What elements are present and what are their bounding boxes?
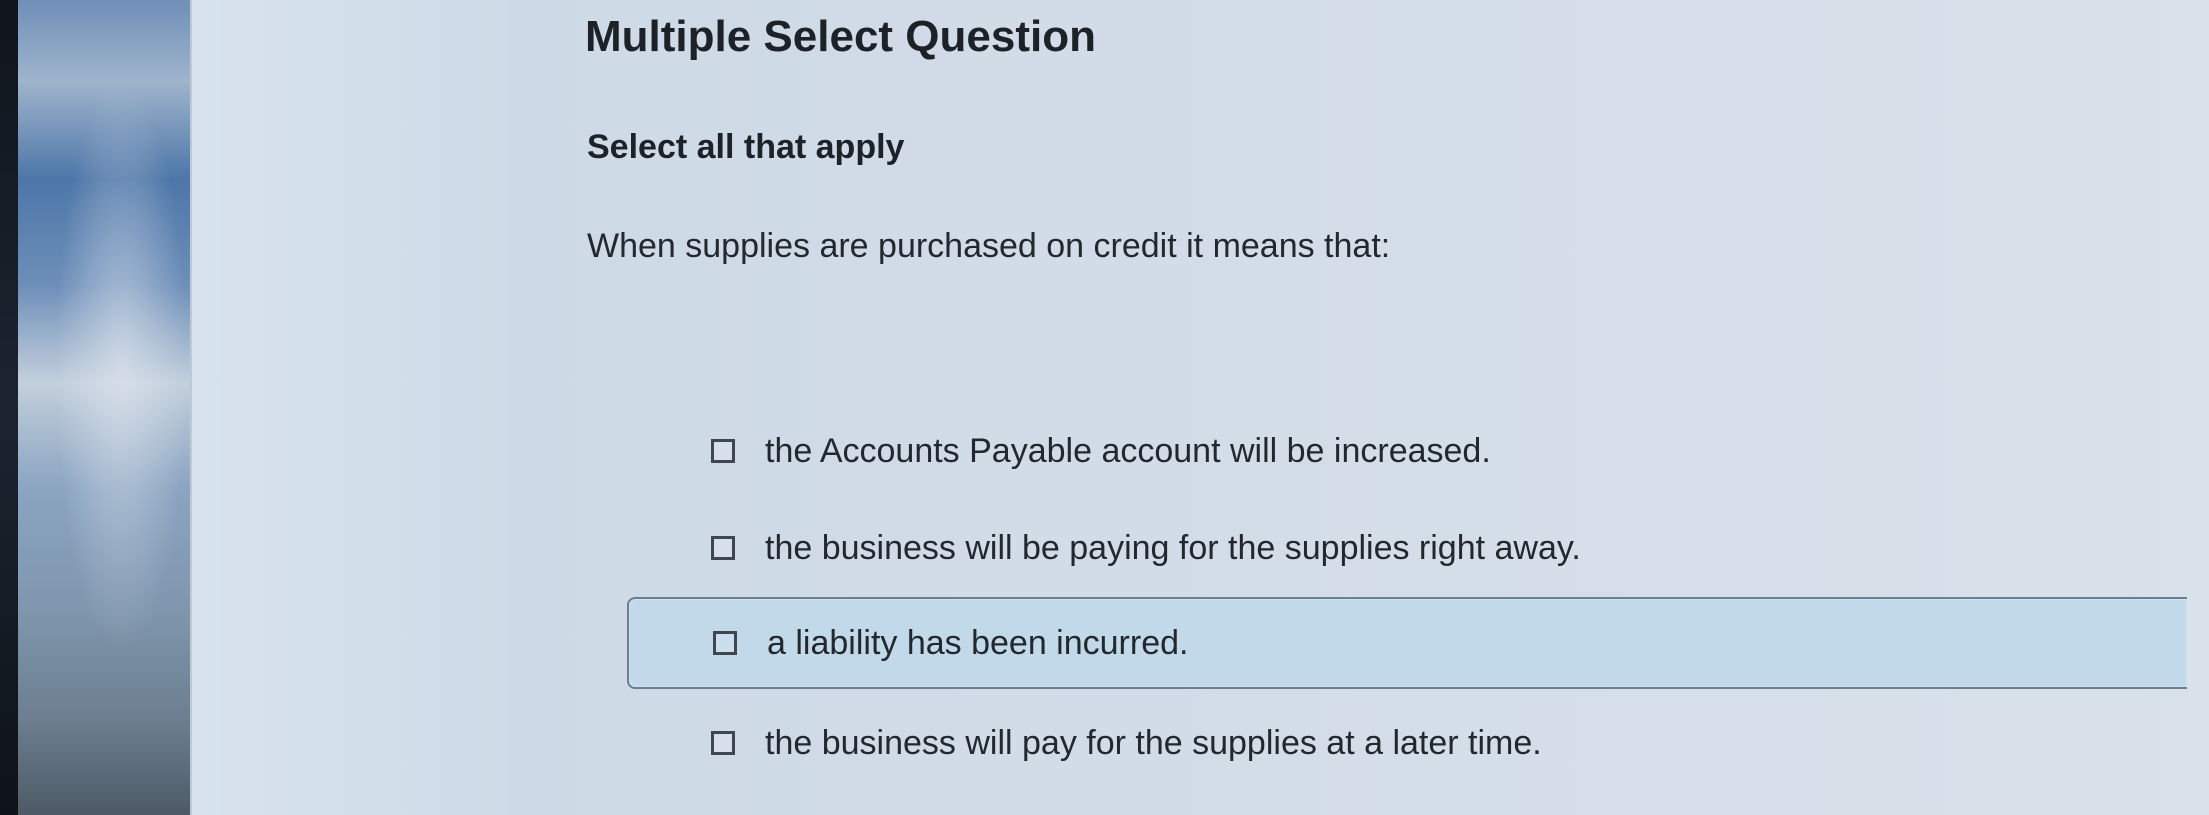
answer-option-paying-right-away[interactable]: the business will be paying for the supp… xyxy=(627,502,2187,594)
answer-option-pay-later[interactable]: the business will pay for the supplies a… xyxy=(627,697,2187,789)
question-prompt: When supplies are purchased on credit it… xyxy=(587,227,1391,265)
answer-option-label: the Accounts Payable account will be inc… xyxy=(765,431,1491,470)
background-edge xyxy=(0,0,18,815)
checkbox[interactable] xyxy=(711,536,735,560)
answer-option-label: the business will be paying for the supp… xyxy=(765,528,1581,567)
question-instruction: Select all that apply xyxy=(587,128,905,166)
answer-option-label: a liability has been incurred. xyxy=(767,623,1189,662)
checkbox[interactable] xyxy=(711,731,735,755)
answer-option-label: the business will pay for the supplies a… xyxy=(765,723,1542,762)
side-panel xyxy=(190,0,512,815)
question-type-title: Multiple Select Question xyxy=(585,12,1096,61)
answer-option-accounts-payable[interactable]: the Accounts Payable account will be inc… xyxy=(627,405,2187,497)
answer-option-liability-incurred[interactable]: a liability has been incurred. xyxy=(627,597,2187,689)
checkbox[interactable] xyxy=(711,439,735,463)
checkbox[interactable] xyxy=(713,631,737,655)
background-photo-strip xyxy=(18,0,190,815)
